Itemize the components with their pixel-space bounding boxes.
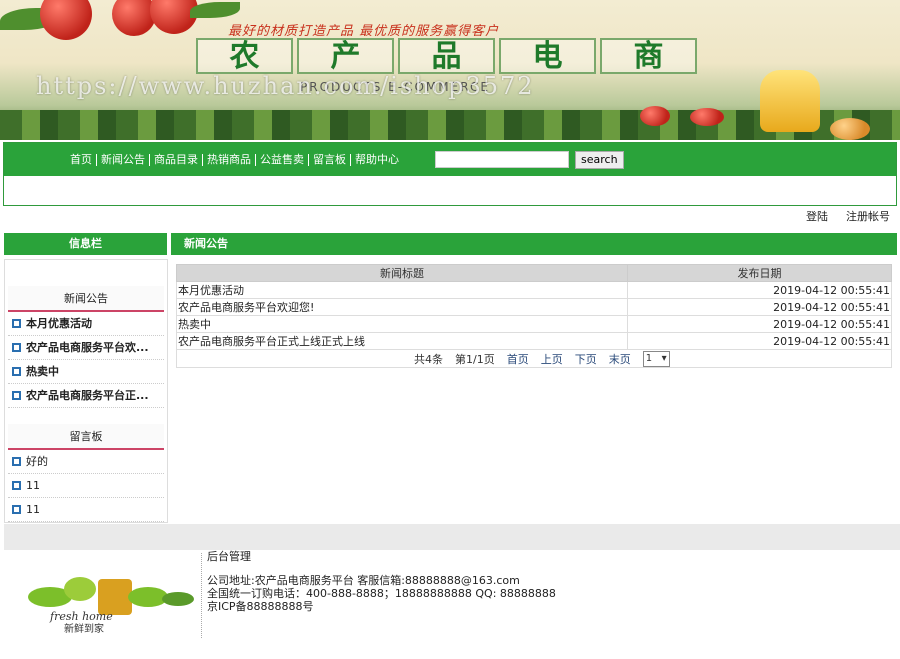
news-title-cell[interactable]: 热卖中 — [176, 315, 628, 333]
pager-last-link[interactable]: 末页 — [609, 351, 631, 367]
list-item-label: 本月优惠活动 — [26, 316, 92, 330]
header-banner: 最好的材质打造产品 最优质的服务赢得客户 农 产 品 电 商 PRODUCTS … — [0, 0, 900, 140]
nav-item-help[interactable]: 帮助中心 — [355, 153, 403, 166]
logo-text: fresh home — [49, 610, 113, 623]
sidebar-news-list: 本月优惠活动 农产品电商服务平台欢... 热卖中 农产品电商服务平台正... — [8, 312, 164, 408]
bullet-icon — [12, 505, 21, 514]
onion-decoration — [830, 118, 870, 140]
account-links: 登陆 注册帐号 — [806, 208, 890, 224]
navigation-box: 首页 新闻公告 商品目录 热销商品 公益售卖 留言板 帮助中心 search — [3, 142, 897, 206]
page-select[interactable]: 1 ▾ — [642, 350, 670, 367]
column-header-title: 新闻标题 — [176, 264, 628, 282]
register-link[interactable]: 注册帐号 — [846, 208, 890, 224]
tomato-decoration — [690, 108, 724, 126]
pager-cell: 共4条 第1/1页 首页 上页 下页 末页 1 ▾ — [176, 349, 892, 368]
watermark-text: https://www.huzhan.com/ishop3572 — [36, 72, 535, 100]
sidebar-board-list: 好的 11 11 — [8, 450, 164, 522]
tomato-decoration — [40, 0, 92, 40]
nav-item-board[interactable]: 留言板 — [313, 153, 351, 166]
list-item[interactable]: 好的 — [8, 450, 164, 474]
column-header-date: 发布日期 — [627, 264, 892, 282]
table-row[interactable]: 农产品电商服务平台正式上线正式上线 2019-04-12 00:55:41 — [176, 332, 892, 350]
bullet-icon — [12, 319, 21, 328]
footer-address: 公司地址:农产品电商服务平台 客服信箱:88888888@163.com — [207, 574, 520, 587]
sidebar-news-title: 新闻公告 — [8, 286, 164, 312]
table-row[interactable]: 本月优惠活动 2019-04-12 00:55:41 — [176, 281, 892, 299]
list-item-label: 好的 — [26, 454, 48, 468]
list-item[interactable]: 热卖中 — [8, 360, 164, 384]
main-header: 新闻公告 — [171, 233, 897, 255]
brand-logo: 农 产 品 电 商 — [196, 38, 697, 74]
footer-phone: 全国统一订购电话：400-888-8888；18888888888 QQ: 88… — [207, 587, 556, 600]
list-item[interactable]: 11 — [8, 474, 164, 498]
banner-slogan: 最好的材质打造产品 最优质的服务赢得客户 — [228, 24, 500, 39]
fresh-home-logo-icon: fresh home 新鲜到家 — [28, 577, 194, 635]
login-link[interactable]: 登陆 — [806, 208, 828, 224]
news-title-cell[interactable]: 农产品电商服务平台正式上线正式上线 — [176, 332, 628, 350]
table-row[interactable]: 农产品电商服务平台欢迎您! 2019-04-12 00:55:41 — [176, 298, 892, 316]
footer-icp: 京ICP备88888888号 — [207, 600, 314, 613]
sidebar-board-title: 留言板 — [8, 424, 164, 450]
footer-band — [4, 524, 900, 550]
list-item[interactable]: 农产品电商服务平台正... — [8, 384, 164, 408]
news-date-cell: 2019-04-12 00:55:41 — [627, 332, 892, 350]
nav-item-home[interactable]: 首页 — [70, 153, 97, 166]
news-date-cell: 2019-04-12 00:55:41 — [627, 281, 892, 299]
brand-char: 商 — [600, 38, 697, 74]
pager-first-link[interactable]: 首页 — [507, 351, 529, 367]
footer-divider — [201, 553, 202, 638]
news-date-cell: 2019-04-12 00:55:41 — [627, 298, 892, 316]
search-input[interactable] — [435, 151, 569, 168]
nav-item-news[interactable]: 新闻公告 — [101, 153, 150, 166]
bullet-icon — [12, 367, 21, 376]
brand-char: 电 — [499, 38, 596, 74]
tomato-decoration — [640, 106, 670, 126]
news-date-cell: 2019-04-12 00:55:41 — [627, 315, 892, 333]
list-item-label: 热卖中 — [26, 364, 59, 378]
brand-char: 产 — [297, 38, 394, 74]
list-item-label: 11 — [26, 478, 40, 492]
table-row[interactable]: 热卖中 2019-04-12 00:55:41 — [176, 315, 892, 333]
sidebar-panel: 新闻公告 本月优惠活动 农产品电商服务平台欢... 热卖中 农产品电商服务平台正… — [4, 259, 168, 523]
list-item[interactable]: 本月优惠活动 — [8, 312, 164, 336]
news-table: 新闻标题 发布日期 本月优惠活动 2019-04-12 00:55:41 农产品… — [176, 264, 892, 368]
bullet-icon — [12, 457, 21, 466]
list-item-label: 农产品电商服务平台欢... — [26, 340, 149, 354]
nav-bar: 首页 新闻公告 商品目录 热销商品 公益售卖 留言板 帮助中心 search — [4, 143, 896, 176]
pager-prev-link[interactable]: 上页 — [541, 351, 563, 367]
nav-item-charity[interactable]: 公益售卖 — [260, 153, 309, 166]
list-item[interactable]: 农产品电商服务平台欢... — [8, 336, 164, 360]
nav-item-hot[interactable]: 热销商品 — [207, 153, 256, 166]
footer-logo: fresh home 新鲜到家 — [20, 575, 198, 635]
bullet-icon — [12, 343, 21, 352]
chevron-down-icon: ▾ — [661, 353, 667, 364]
footer-info: 后台管理 公司地址:农产品电商服务平台 客服信箱:88888888@163.co… — [207, 550, 556, 613]
pager-page-of: 第1/1页 — [455, 352, 495, 366]
list-item-label: 11 — [26, 502, 40, 516]
logo-cn-text: 新鲜到家 — [64, 622, 104, 635]
pager-next-link[interactable]: 下页 — [575, 351, 597, 367]
news-title-cell[interactable]: 本月优惠活动 — [176, 281, 628, 299]
nav-item-catalog[interactable]: 商品目录 — [154, 153, 203, 166]
sidebar-header: 信息栏 — [4, 233, 167, 255]
footer-admin-link[interactable]: 后台管理 — [207, 550, 556, 563]
pagination: 共4条 第1/1页 首页 上页 下页 末页 1 ▾ — [178, 350, 891, 367]
brand-char: 农 — [196, 38, 293, 74]
news-title-cell[interactable]: 农产品电商服务平台欢迎您! — [176, 298, 628, 316]
brand-char: 品 — [398, 38, 495, 74]
list-item-label: 农产品电商服务平台正... — [26, 388, 149, 402]
leaf-decoration — [190, 2, 240, 18]
list-item[interactable]: 11 — [8, 498, 164, 522]
pager-row: 共4条 第1/1页 首页 上页 下页 末页 1 ▾ — [176, 349, 892, 368]
page-select-value: 1 — [645, 353, 653, 364]
pager-total: 共4条 — [414, 352, 443, 366]
search-button[interactable]: search — [575, 150, 624, 169]
oil-bottle-decoration — [760, 70, 820, 132]
bullet-icon — [12, 481, 21, 490]
table-header-row: 新闻标题 发布日期 — [176, 264, 892, 282]
bullet-icon — [12, 391, 21, 400]
